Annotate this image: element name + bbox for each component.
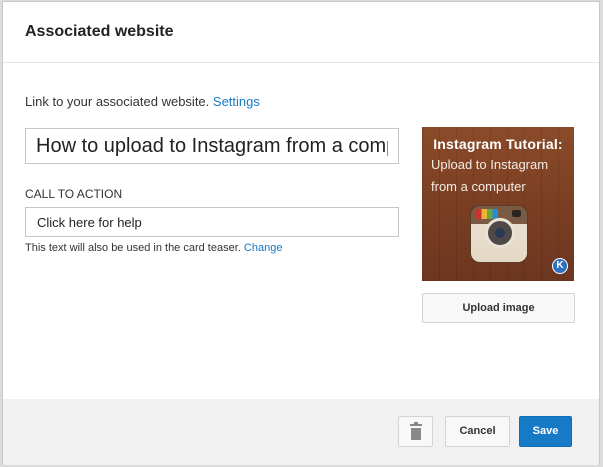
associated-website-dialog: Associated website Link to your associat… (2, 1, 600, 465)
upload-image-button[interactable]: Upload image (422, 293, 575, 323)
dialog-header: Associated website (3, 2, 599, 63)
trash-icon-lid (410, 424, 422, 426)
save-button[interactable]: Save (519, 416, 572, 447)
link-instructions: Link to your associated website. Setting… (25, 94, 260, 109)
card-title-input[interactable] (25, 128, 399, 164)
thumbnail-line-1: Upload to Instagram (431, 157, 549, 172)
delete-button[interactable] (398, 416, 433, 447)
instagram-rainbow-stripes (476, 209, 498, 219)
instagram-lens-center (495, 228, 505, 238)
thumbnail-line-2: from a computer (431, 179, 526, 194)
trash-icon-body (411, 428, 421, 440)
instagram-camera-icon (470, 205, 528, 263)
teaser-note: This text will also be used in the card … (25, 242, 282, 254)
channel-badge-icon: K (552, 258, 568, 274)
call-to-action-input[interactable] (25, 207, 399, 237)
change-link[interactable]: Change (244, 242, 283, 254)
teaser-note-text: This text will also be used in the card … (25, 242, 241, 254)
thumbnail-title: Instagram Tutorial: (433, 136, 563, 152)
dialog-footer: Cancel Save (3, 399, 599, 465)
call-to-action-label: CALL TO ACTION (25, 187, 123, 201)
link-instructions-text: Link to your associated website. (25, 94, 210, 109)
card-thumbnail: Instagram Tutorial: Upload to Instagram … (422, 127, 574, 281)
settings-link[interactable]: Settings (213, 94, 260, 109)
cancel-button[interactable]: Cancel (445, 416, 510, 447)
instagram-lens-icon (485, 218, 515, 248)
dialog-title: Associated website (25, 23, 174, 40)
instagram-viewfinder (512, 210, 521, 217)
